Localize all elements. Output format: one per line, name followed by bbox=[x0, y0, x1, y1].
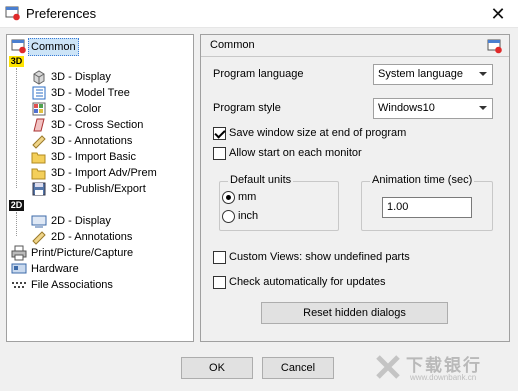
default-units-group: Default units bbox=[219, 174, 339, 231]
tree-item-label: 3D - Import Basic bbox=[51, 151, 136, 163]
watermark-url: www.downbank.cn bbox=[410, 373, 477, 382]
chevron-down-icon bbox=[479, 106, 487, 110]
program-style-label: Program style bbox=[213, 102, 281, 114]
reset-hidden-dialogs-button[interactable]: Reset hidden dialogs bbox=[261, 302, 448, 324]
title-bar: Preferences ✕ bbox=[0, 0, 518, 28]
app-icon bbox=[5, 6, 20, 21]
tree-item-label: 3D - Display bbox=[51, 71, 111, 83]
printer-icon bbox=[11, 245, 27, 261]
tree-item-label: 3D - Import Adv/Prem bbox=[51, 167, 157, 179]
allow-start-monitor-checkbox[interactable] bbox=[213, 147, 226, 160]
unit-inch-radio[interactable] bbox=[222, 210, 235, 223]
folder-open-icon bbox=[31, 168, 46, 180]
program-style-value: Windows10 bbox=[378, 102, 435, 114]
floppy-disk-icon bbox=[32, 182, 46, 196]
animation-time-title: Animation time (sec) bbox=[370, 174, 475, 186]
cross-section-icon bbox=[33, 118, 45, 132]
tree-item-label: Hardware bbox=[31, 263, 79, 275]
cancel-button[interactable]: Cancel bbox=[262, 357, 334, 379]
file-associations-icon bbox=[12, 282, 26, 288]
cube-icon bbox=[33, 70, 45, 85]
unit-mm-radio[interactable] bbox=[222, 191, 235, 204]
ruler-icon bbox=[32, 231, 46, 245]
program-language-value: System language bbox=[378, 68, 463, 80]
window-title: Preferences bbox=[26, 6, 97, 21]
tree-item-label: 3D - Publish/Export bbox=[51, 183, 146, 195]
unit-inch-label[interactable]: inch bbox=[238, 210, 258, 222]
chevron-down-icon bbox=[479, 72, 487, 76]
color-grid-icon bbox=[32, 102, 46, 116]
tree-item-label: 3D - Cross Section bbox=[51, 119, 144, 131]
folder-open-icon bbox=[31, 152, 46, 164]
check-updates-label[interactable]: Check automatically for updates bbox=[229, 276, 386, 288]
tree-item-label: 3D - Annotations bbox=[51, 135, 133, 147]
tree-item-label: 3D - Model Tree bbox=[51, 87, 130, 99]
watermark-logo-icon bbox=[376, 355, 400, 379]
panel-header: Common bbox=[201, 35, 509, 57]
common-settings-icon bbox=[11, 39, 26, 54]
save-window-size-label[interactable]: Save window size at end of program bbox=[229, 127, 406, 139]
ruler-icon bbox=[32, 135, 46, 149]
ok-button[interactable]: OK bbox=[181, 357, 253, 379]
model-tree-icon bbox=[32, 86, 46, 100]
tree-item-label: 2D - Display bbox=[51, 215, 111, 227]
close-icon: ✕ bbox=[490, 3, 506, 24]
tree-item-label: Print/Picture/Capture bbox=[31, 247, 134, 259]
settings-panel: Common Program language System language … bbox=[200, 34, 510, 342]
default-units-title: Default units bbox=[228, 174, 294, 186]
hardware-icon bbox=[11, 263, 27, 274]
custom-views-checkbox[interactable] bbox=[213, 251, 226, 264]
tree-item-label: File Associations bbox=[31, 279, 113, 291]
tree-item-label: 3D - Color bbox=[51, 103, 102, 115]
badge-3d: 3D bbox=[9, 56, 24, 67]
watermark: 下载银行 www.downbank.cn bbox=[372, 351, 512, 385]
monitor-icon bbox=[31, 215, 47, 228]
common-settings-icon bbox=[487, 39, 502, 54]
preferences-tree[interactable]: Common 3D 3D - Display 3D - Model Tree 3… bbox=[6, 34, 194, 342]
save-window-size-checkbox[interactable] bbox=[213, 127, 226, 140]
program-language-label: Program language bbox=[213, 68, 304, 80]
badge-2d: 2D bbox=[9, 200, 24, 211]
tree-guide-line bbox=[16, 68, 17, 188]
check-updates-checkbox[interactable] bbox=[213, 276, 226, 289]
unit-mm-label[interactable]: mm bbox=[238, 191, 256, 203]
close-button[interactable]: ✕ bbox=[478, 0, 518, 28]
program-style-select[interactable]: Windows10 bbox=[373, 98, 493, 119]
tree-item-label: 2D - Annotations bbox=[51, 231, 133, 243]
animation-time-input[interactable]: 1.00 bbox=[382, 197, 472, 218]
custom-views-label[interactable]: Custom Views: show undefined parts bbox=[229, 251, 410, 263]
tree-item-label: Common bbox=[28, 38, 79, 56]
allow-start-monitor-label[interactable]: Allow start on each monitor bbox=[229, 147, 362, 159]
tree-guide-line bbox=[16, 212, 17, 236]
program-language-select[interactable]: System language bbox=[373, 64, 493, 85]
panel-title: Common bbox=[210, 39, 255, 51]
